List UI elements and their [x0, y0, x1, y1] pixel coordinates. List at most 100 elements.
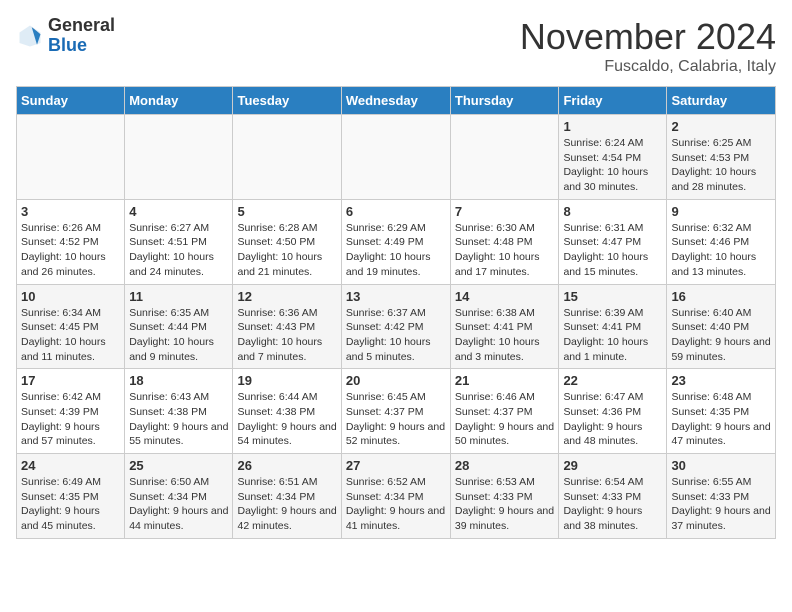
day-info: Sunrise: 6:27 AMSunset: 4:51 PMDaylight:…: [129, 221, 228, 280]
weekday-header-wednesday: Wednesday: [341, 87, 450, 115]
calendar-cell: 14 Sunrise: 6:38 AMSunset: 4:41 PMDayligh…: [450, 284, 559, 369]
day-info: Sunrise: 6:46 AMSunset: 4:37 PMDaylight:…: [455, 390, 555, 449]
day-number: 2: [671, 119, 771, 134]
calendar-cell: 5Sunrise: 6:28 AMSunset: 4:50 PMDaylight…: [233, 199, 341, 284]
week-row-3: 10Sunrise: 6:34 AMSunset: 4:45 PMDayligh…: [17, 284, 776, 369]
calendar-cell: 2 Sunrise: 6:25 AMSunset: 4:53 PMDaylight…: [667, 115, 776, 200]
calendar-cell: 10Sunrise: 6:34 AMSunset: 4:45 PMDayligh…: [17, 284, 125, 369]
calendar-cell: 13Sunrise: 6:37 AMSunset: 4:42 PMDayligh…: [341, 284, 450, 369]
day-number: 7: [455, 204, 555, 219]
day-number: 16: [671, 289, 771, 304]
weekday-header-friday: Friday: [559, 87, 667, 115]
month-title: November 2024: [520, 16, 776, 58]
day-info: Sunrise: 6:45 AMSunset: 4:37 PMDaylight:…: [346, 390, 446, 449]
page-header: General Blue November 2024 Fuscaldo, Cal…: [16, 16, 776, 76]
day-info: Sunrise: 6:39 AMSunset: 4:41 PMDaylight:…: [563, 306, 662, 365]
day-info: Sunrise: 6:55 AMSunset: 4:33 PMDaylight:…: [671, 475, 771, 534]
logo-blue-text: Blue: [48, 35, 87, 55]
day-info: Sunrise: 6:30 AMSunset: 4:48 PMDaylight:…: [455, 221, 555, 280]
day-number: 1: [563, 119, 662, 134]
week-row-2: 3Sunrise: 6:26 AMSunset: 4:52 PMDaylight…: [17, 199, 776, 284]
day-number: 17: [21, 373, 120, 388]
logo-general-text: General: [48, 15, 115, 35]
title-block: November 2024 Fuscaldo, Calabria, Italy: [520, 16, 776, 76]
week-row-4: 17 Sunrise: 6:42 AMSunset: 4:39 PMDayligh…: [17, 369, 776, 454]
day-number: 15: [563, 289, 662, 304]
calendar-cell: 15 Sunrise: 6:39 AMSunset: 4:41 PMDayligh…: [559, 284, 667, 369]
day-number: 8: [563, 204, 662, 219]
day-info: Sunrise: 6:49 AMSunset: 4:35 PMDaylight:…: [21, 475, 120, 534]
day-number: 21: [455, 373, 555, 388]
calendar-cell: 7 Sunrise: 6:30 AMSunset: 4:48 PMDaylight…: [450, 199, 559, 284]
day-info: Sunrise: 6:52 AMSunset: 4:34 PMDaylight:…: [346, 475, 446, 534]
day-info: Sunrise: 6:35 AMSunset: 4:44 PMDaylight:…: [129, 306, 228, 365]
day-info: Sunrise: 6:31 AMSunset: 4:47 PMDaylight:…: [563, 221, 662, 280]
day-number: 22: [563, 373, 662, 388]
day-number: 29: [563, 458, 662, 473]
day-number: 19: [237, 373, 336, 388]
calendar-cell: 25Sunrise: 6:50 AMSunset: 4:34 PMDayligh…: [125, 454, 233, 539]
calendar-cell: 18Sunrise: 6:43 AMSunset: 4:38 PMDayligh…: [125, 369, 233, 454]
logo-icon: [16, 22, 44, 50]
day-number: 23: [671, 373, 771, 388]
weekday-row: SundayMondayTuesdayWednesdayThursdayFrid…: [17, 87, 776, 115]
day-number: 30: [671, 458, 771, 473]
day-info: Sunrise: 6:44 AMSunset: 4:38 PMDaylight:…: [237, 390, 336, 449]
day-number: 13: [346, 289, 446, 304]
calendar-cell: 1 Sunrise: 6:24 AMSunset: 4:54 PMDaylight…: [559, 115, 667, 200]
day-info: Sunrise: 6:24 AMSunset: 4:54 PMDaylight:…: [563, 136, 662, 195]
day-number: 11: [129, 289, 228, 304]
day-number: 9: [671, 204, 771, 219]
day-info: Sunrise: 6:43 AMSunset: 4:38 PMDaylight:…: [129, 390, 228, 449]
day-info: Sunrise: 6:26 AMSunset: 4:52 PMDaylight:…: [21, 221, 120, 280]
day-number: 26: [237, 458, 336, 473]
calendar-cell: [341, 115, 450, 200]
day-info: Sunrise: 6:25 AMSunset: 4:53 PMDaylight:…: [671, 136, 771, 195]
calendar-body: 1 Sunrise: 6:24 AMSunset: 4:54 PMDaylight…: [17, 115, 776, 539]
day-info: Sunrise: 6:42 AMSunset: 4:39 PMDaylight:…: [21, 390, 120, 449]
calendar-cell: 16 Sunrise: 6:40 AMSunset: 4:40 PMDayligh…: [667, 284, 776, 369]
week-row-1: 1 Sunrise: 6:24 AMSunset: 4:54 PMDaylight…: [17, 115, 776, 200]
calendar-cell: 19 Sunrise: 6:44 AMSunset: 4:38 PMDayligh…: [233, 369, 341, 454]
calendar-cell: 23 Sunrise: 6:48 AMSunset: 4:35 PMDayligh…: [667, 369, 776, 454]
day-number: 20: [346, 373, 446, 388]
calendar-cell: 20 Sunrise: 6:45 AMSunset: 4:37 PMDayligh…: [341, 369, 450, 454]
day-info: Sunrise: 6:28 AMSunset: 4:50 PMDaylight:…: [237, 221, 336, 280]
day-info: Sunrise: 6:54 AMSunset: 4:33 PMDaylight:…: [563, 475, 662, 534]
weekday-header-monday: Monday: [125, 87, 233, 115]
day-info: Sunrise: 6:53 AMSunset: 4:33 PMDaylight:…: [455, 475, 555, 534]
calendar-cell: 6Sunrise: 6:29 AMSunset: 4:49 PMDaylight…: [341, 199, 450, 284]
location-subtitle: Fuscaldo, Calabria, Italy: [520, 58, 776, 76]
day-info: Sunrise: 6:36 AMSunset: 4:43 PMDaylight:…: [237, 306, 336, 365]
day-info: Sunrise: 6:50 AMSunset: 4:34 PMDaylight:…: [129, 475, 228, 534]
day-number: 4: [129, 204, 228, 219]
day-info: Sunrise: 6:32 AMSunset: 4:46 PMDaylight:…: [671, 221, 771, 280]
day-number: 24: [21, 458, 120, 473]
calendar-cell: 3Sunrise: 6:26 AMSunset: 4:52 PMDaylight…: [17, 199, 125, 284]
calendar-cell: [450, 115, 559, 200]
calendar-table: SundayMondayTuesdayWednesdayThursdayFrid…: [16, 86, 776, 539]
calendar-cell: 24 Sunrise: 6:49 AMSunset: 4:35 PMDayligh…: [17, 454, 125, 539]
calendar-cell: 4 Sunrise: 6:27 AMSunset: 4:51 PMDaylight…: [125, 199, 233, 284]
weekday-header-sunday: Sunday: [17, 87, 125, 115]
calendar-cell: 9 Sunrise: 6:32 AMSunset: 4:46 PMDaylight…: [667, 199, 776, 284]
calendar-cell: 8 Sunrise: 6:31 AMSunset: 4:47 PMDaylight…: [559, 199, 667, 284]
calendar-cell: 11 Sunrise: 6:35 AMSunset: 4:44 PMDayligh…: [125, 284, 233, 369]
day-info: Sunrise: 6:40 AMSunset: 4:40 PMDaylight:…: [671, 306, 771, 365]
calendar-cell: 12Sunrise: 6:36 AMSunset: 4:43 PMDayligh…: [233, 284, 341, 369]
calendar-cell: 21 Sunrise: 6:46 AMSunset: 4:37 PMDayligh…: [450, 369, 559, 454]
day-info: Sunrise: 6:51 AMSunset: 4:34 PMDaylight:…: [237, 475, 336, 534]
weekday-header-tuesday: Tuesday: [233, 87, 341, 115]
weekday-header-thursday: Thursday: [450, 87, 559, 115]
calendar-cell: 26 Sunrise: 6:51 AMSunset: 4:34 PMDayligh…: [233, 454, 341, 539]
day-number: 27: [346, 458, 446, 473]
week-row-5: 24 Sunrise: 6:49 AMSunset: 4:35 PMDayligh…: [17, 454, 776, 539]
day-info: Sunrise: 6:48 AMSunset: 4:35 PMDaylight:…: [671, 390, 771, 449]
day-number: 14: [455, 289, 555, 304]
calendar-header: SundayMondayTuesdayWednesdayThursdayFrid…: [17, 87, 776, 115]
day-info: Sunrise: 6:38 AMSunset: 4:41 PMDaylight:…: [455, 306, 555, 365]
day-info: Sunrise: 6:34 AMSunset: 4:45 PMDaylight:…: [21, 306, 120, 365]
calendar-cell: 30 Sunrise: 6:55 AMSunset: 4:33 PMDayligh…: [667, 454, 776, 539]
day-number: 28: [455, 458, 555, 473]
calendar-cell: 29 Sunrise: 6:54 AMSunset: 4:33 PMDayligh…: [559, 454, 667, 539]
